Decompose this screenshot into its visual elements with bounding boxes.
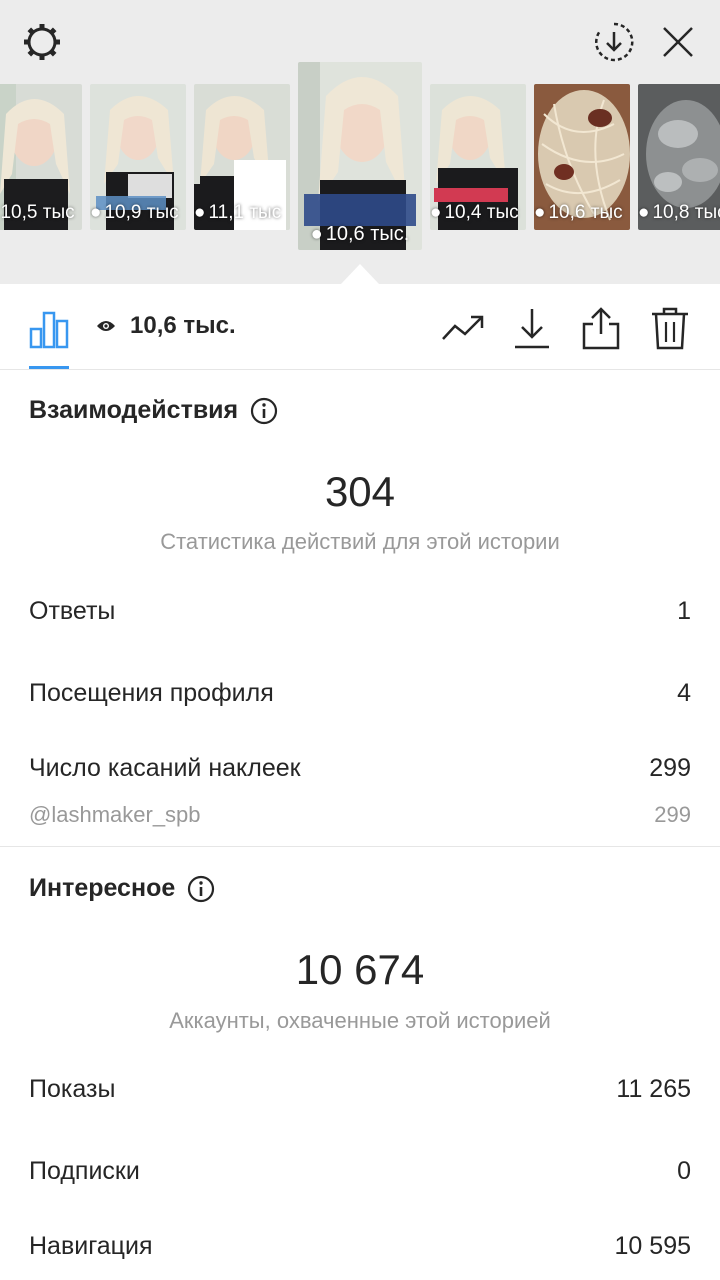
- story-thumbnail[interactable]: ●10,5 тыс: [0, 84, 82, 230]
- views-count-text: 10,6 тыс.: [130, 312, 236, 339]
- interactions-title: Взаимодействия: [29, 396, 278, 425]
- story-views: 10,6 тыс: [548, 202, 623, 223]
- save-story-button[interactable]: [590, 18, 638, 66]
- metric-label: Навигация: [29, 1232, 153, 1260]
- close-icon: [663, 27, 693, 57]
- metric-value: 10 595: [614, 1232, 691, 1260]
- trend-icon: [442, 315, 484, 340]
- metric-label: Число касаний наклеек: [29, 754, 301, 782]
- metric-value: 299: [649, 754, 691, 782]
- metric-row-replies: Ответы 1: [29, 597, 691, 626]
- story-thumbnail[interactable]: ● 10,6 тыс: [534, 84, 630, 230]
- delete-button[interactable]: [646, 304, 694, 352]
- story-thumbnail[interactable]: ● 10,9 тыс: [90, 84, 186, 230]
- metric-row-navigation: Навигация 10 595: [29, 1232, 691, 1261]
- metric-row-follows: Подписки 0: [29, 1157, 691, 1186]
- active-tab-indicator: [29, 366, 69, 369]
- metric-row-sticker-taps: Число касаний наклеек 299: [29, 754, 691, 783]
- download-button[interactable]: [508, 304, 556, 352]
- metric-value: 1: [677, 597, 691, 625]
- metric-value: 299: [654, 802, 691, 827]
- info-icon[interactable]: [250, 397, 278, 425]
- discovery-subtitle: Аккаунты, охваченные этой историей: [169, 1008, 551, 1033]
- metric-value: 0: [677, 1157, 691, 1185]
- interactions-title-text: Взаимодействия: [29, 396, 239, 424]
- insights-toolbar: 10,6 тыс.: [0, 284, 720, 370]
- metric-value: 4: [677, 679, 691, 707]
- bar-chart-icon: [29, 311, 69, 349]
- story-views: 11,1 тыс: [208, 202, 282, 223]
- story-views: 10,4 тыс: [444, 202, 519, 223]
- story-thumbnail[interactable]: ● 10,4 тыс: [430, 84, 526, 230]
- views-summary: 10,6 тыс.: [96, 312, 236, 340]
- settings-button[interactable]: [18, 18, 66, 66]
- eye-icon: [97, 321, 115, 331]
- discovery-total: 10 674: [295, 946, 425, 993]
- metric-label: Посещения профиля: [29, 679, 274, 707]
- active-story-pointer: [341, 264, 379, 284]
- gear-icon: [24, 24, 60, 60]
- story-views: 10,5 тыс: [0, 202, 75, 223]
- discovery-title: Интересное: [29, 874, 215, 903]
- metric-label: Ответы: [29, 597, 116, 625]
- story-views: 10,6 тыс.: [325, 223, 410, 245]
- download-icon: [515, 309, 549, 349]
- metric-value: 11 265: [616, 1075, 691, 1103]
- promote-button[interactable]: [439, 304, 487, 352]
- trash-icon: [652, 307, 688, 350]
- close-button[interactable]: [654, 18, 702, 66]
- metric-label: Подписки: [29, 1157, 140, 1185]
- metric-row-sticker-mention: @lashmaker_spb 299: [29, 802, 691, 828]
- discovery-title-text: Интересное: [29, 874, 176, 902]
- metric-label: @lashmaker_spb: [29, 802, 201, 827]
- stories-strip[interactable]: ●10,5 тыс ●10,9 тыс ●1: [0, 62, 720, 262]
- download-circle-icon: [595, 22, 634, 62]
- section-divider: [0, 846, 720, 847]
- story-thumbnail-active[interactable]: ● 10,6 тыс.: [298, 62, 422, 250]
- stats-tab[interactable]: [25, 304, 73, 352]
- story-views: 10,9 тыс: [104, 202, 179, 223]
- metric-row-profile-visits: Посещения профиля 4: [29, 679, 691, 708]
- info-icon[interactable]: [187, 875, 215, 903]
- story-thumbnail[interactable]: ● 10,8 тыс: [638, 84, 720, 230]
- share-button[interactable]: [577, 304, 625, 352]
- story-preview-area: ●10,5 тыс ●10,9 тыс ●1: [0, 0, 720, 284]
- story-views: 10,8 тыс: [652, 202, 720, 223]
- interactions-subtitle: Статистика действий для этой истории: [160, 529, 560, 554]
- share-icon: [582, 307, 620, 350]
- metric-row-impressions: Показы 11 265: [29, 1075, 691, 1104]
- story-thumbnail[interactable]: ● 11,1 тыс: [194, 84, 290, 230]
- interactions-total: 304: [324, 468, 396, 515]
- metric-label: Показы: [29, 1075, 116, 1103]
